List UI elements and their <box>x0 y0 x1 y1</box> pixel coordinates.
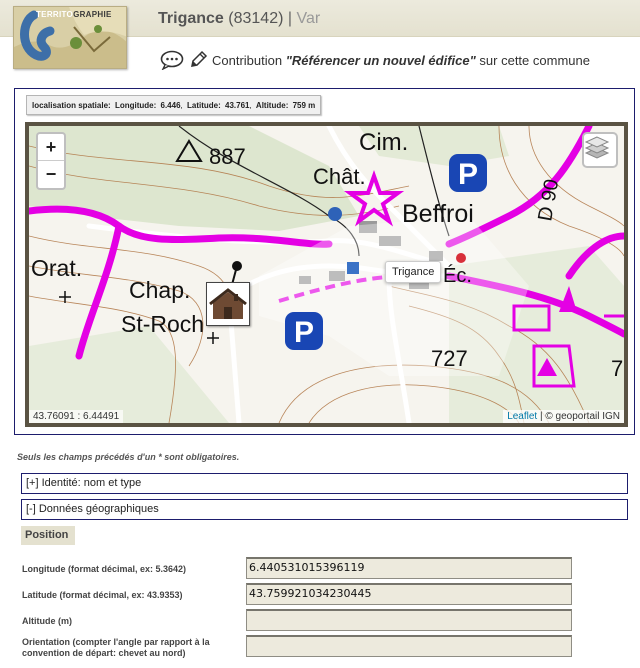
svg-text:Chât.: Chât. <box>313 164 366 189</box>
topographic-map[interactable]: P P Cim. Chât. Beffroi Éc. Orat. Chap. S… <box>25 122 628 427</box>
logo-wordmark: TERRITOGRAPHIE <box>36 10 112 19</box>
building-marker[interactable] <box>206 282 250 326</box>
parking-icon-2: P <box>285 312 323 350</box>
leaflet-link[interactable]: Leaflet <box>507 411 537 422</box>
svg-text:727: 727 <box>431 346 468 371</box>
layers-icon <box>584 136 610 159</box>
department-link[interactable]: Var <box>296 10 320 27</box>
svg-text:Orat.: Orat. <box>31 255 82 281</box>
longitude-field[interactable]: 6.440531015396119 <box>246 557 572 579</box>
position-tag: Position <box>21 526 75 545</box>
insee-code: (83142) <box>228 10 284 27</box>
map-attribution: Leaflet | © geoportail IGN <box>503 410 624 423</box>
location-readout: localisation spatiale: Longitude: 6.446,… <box>26 95 322 115</box>
mouse-coordinates: 43.76091 : 6.44491 <box>29 410 124 423</box>
section-geo-toggle[interactable]: [-] Données géographiques <box>21 499 628 520</box>
page-header: TERRITOGRAPHIE Trigance (83142) | Var Co… <box>0 0 640 76</box>
svg-text:P: P <box>458 158 478 191</box>
orientation-field[interactable] <box>246 635 572 657</box>
commune-name: Trigance <box>158 10 224 27</box>
contribution-action: "Référencer un nouvel édifice" <box>285 52 476 68</box>
parking-icon-1: P <box>449 154 487 192</box>
contribution-line: Contribution "Référencer un nouvel édifi… <box>160 49 590 71</box>
orientation-label: Orientation (compter l'angle par rapport… <box>22 637 210 658</box>
longitude-label: Longitude (format décimal, ex: 5.3642) <box>22 564 187 574</box>
zoom-control: + − <box>36 132 66 190</box>
svg-text:Éc.: Éc. <box>443 264 472 287</box>
latitude-field[interactable]: 43.759921034230445 <box>246 583 572 605</box>
map-panel: localisation spatiale: Longitude: 6.446,… <box>14 88 635 435</box>
altitude-label: Altitude (m) <box>22 616 72 626</box>
zoom-out-button[interactable]: − <box>38 161 64 188</box>
svg-text:St-Roch: St-Roch <box>121 311 204 337</box>
map-tiles: P P Cim. Chât. Beffroi Éc. Orat. Chap. S… <box>29 126 624 423</box>
svg-text:Cim.: Cim. <box>359 129 408 156</box>
comment-icon[interactable] <box>160 50 184 70</box>
section-identity-toggle[interactable]: [+] Identité: nom et type <box>21 473 628 494</box>
svg-text:Beffroi: Beffroi <box>402 200 474 228</box>
zoom-in-button[interactable]: + <box>38 134 64 161</box>
contribution-text[interactable]: Contribution "Référencer un nouvel édifi… <box>212 53 590 68</box>
svg-text:70: 70 <box>611 356 624 381</box>
svg-text:887: 887 <box>209 144 246 169</box>
altitude-field[interactable] <box>246 609 572 631</box>
svg-text:P: P <box>294 316 314 349</box>
alt-readout: 759 m <box>292 100 316 110</box>
house-icon <box>209 288 247 319</box>
territographie-logo[interactable]: TERRITOGRAPHIE <box>13 6 127 69</box>
page-title: Trigance (83142) | Var <box>158 10 320 28</box>
latitude-label: Latitude (format décimal, ex: 43.9353) <box>22 590 183 600</box>
pencil-icon[interactable] <box>188 50 208 70</box>
lat-readout: 43.761 <box>225 100 250 110</box>
required-fields-note: Seuls les champs précédés d'un * sont ob… <box>17 452 240 462</box>
svg-text:Chap.: Chap. <box>129 277 190 303</box>
title-separator: | <box>287 10 293 27</box>
layers-button[interactable] <box>582 132 618 168</box>
lon-readout: 6.446 <box>160 100 181 110</box>
map-tooltip: Trigance <box>385 261 442 283</box>
